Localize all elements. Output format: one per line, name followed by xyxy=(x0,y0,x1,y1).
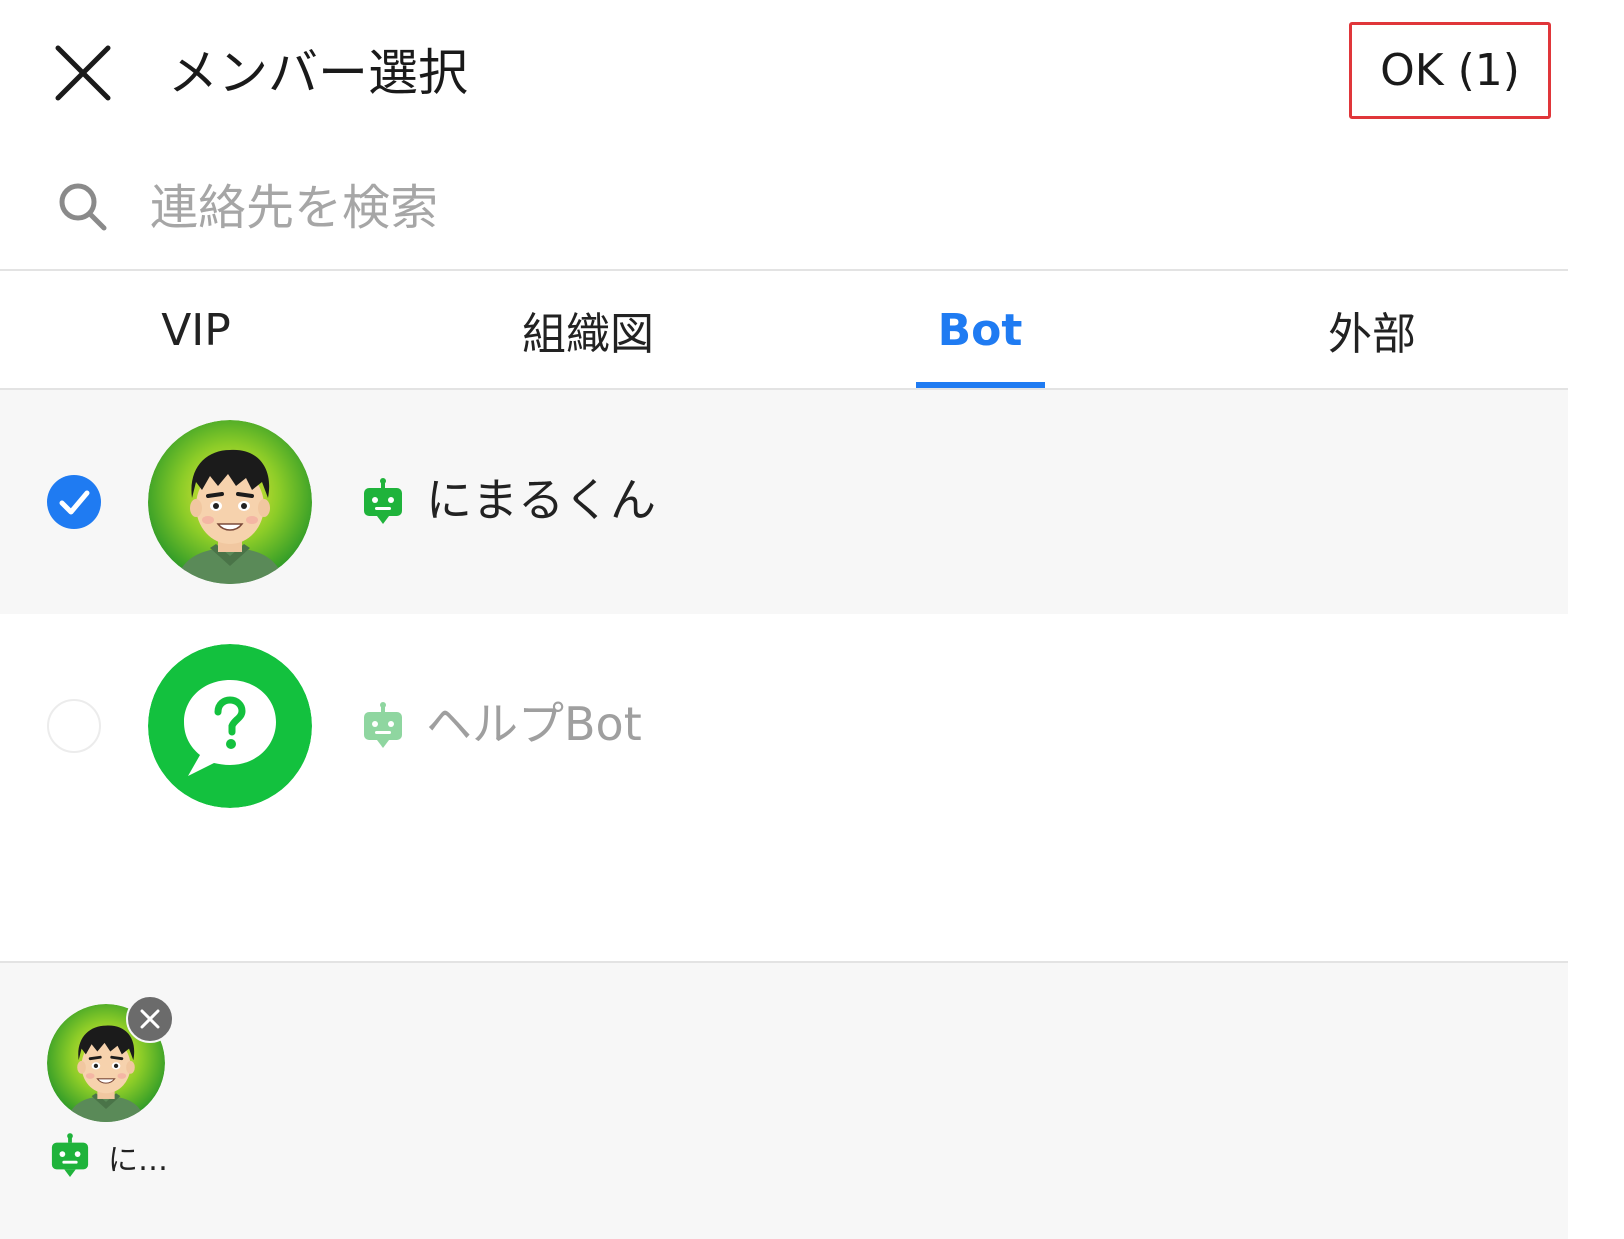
list-item[interactable]: にまるくん xyxy=(0,390,1568,614)
selected-member-chip: に… xyxy=(46,995,176,1188)
remove-icon xyxy=(140,1009,160,1029)
tab-bar: VIP 組織図 Bot 外部 xyxy=(0,271,1568,389)
chip-name: に… xyxy=(108,1143,168,1178)
avatar xyxy=(148,420,312,584)
search-bar xyxy=(0,150,1568,270)
bot-icon xyxy=(50,1133,90,1179)
ok-button[interactable]: OK (1) xyxy=(1349,22,1551,119)
tab-org-chart[interactable]: 組織図 xyxy=(392,271,784,389)
page-title: メンバー選択 xyxy=(168,44,468,102)
search-icon xyxy=(59,183,107,231)
tab-bot[interactable]: Bot xyxy=(784,271,1176,389)
bot-icon xyxy=(362,702,404,750)
close-button[interactable] xyxy=(40,30,126,116)
member-name: ヘルプBot xyxy=(426,697,642,751)
header: メンバー選択 OK (1) xyxy=(0,0,1568,140)
tab-external[interactable]: 外部 xyxy=(1176,271,1568,389)
bot-icon xyxy=(362,478,404,526)
checkbox-checked[interactable] xyxy=(47,475,101,529)
checkbox-unchecked[interactable] xyxy=(47,699,101,753)
remove-button[interactable] xyxy=(126,995,174,1043)
selected-members-tray: に… xyxy=(0,961,1568,1239)
member-select-screen: メンバー選択 OK (1) VIP 組織図 Bot 外部 にまるくん xyxy=(0,0,1568,1239)
help-bot-avatar xyxy=(148,644,312,808)
member-name: にまるくん xyxy=(426,473,656,527)
tab-vip[interactable]: VIP xyxy=(0,271,392,389)
search-input[interactable] xyxy=(150,172,1500,244)
close-icon xyxy=(55,45,111,101)
check-icon xyxy=(59,490,90,515)
list-item[interactable]: ヘルプBot xyxy=(0,614,1568,838)
